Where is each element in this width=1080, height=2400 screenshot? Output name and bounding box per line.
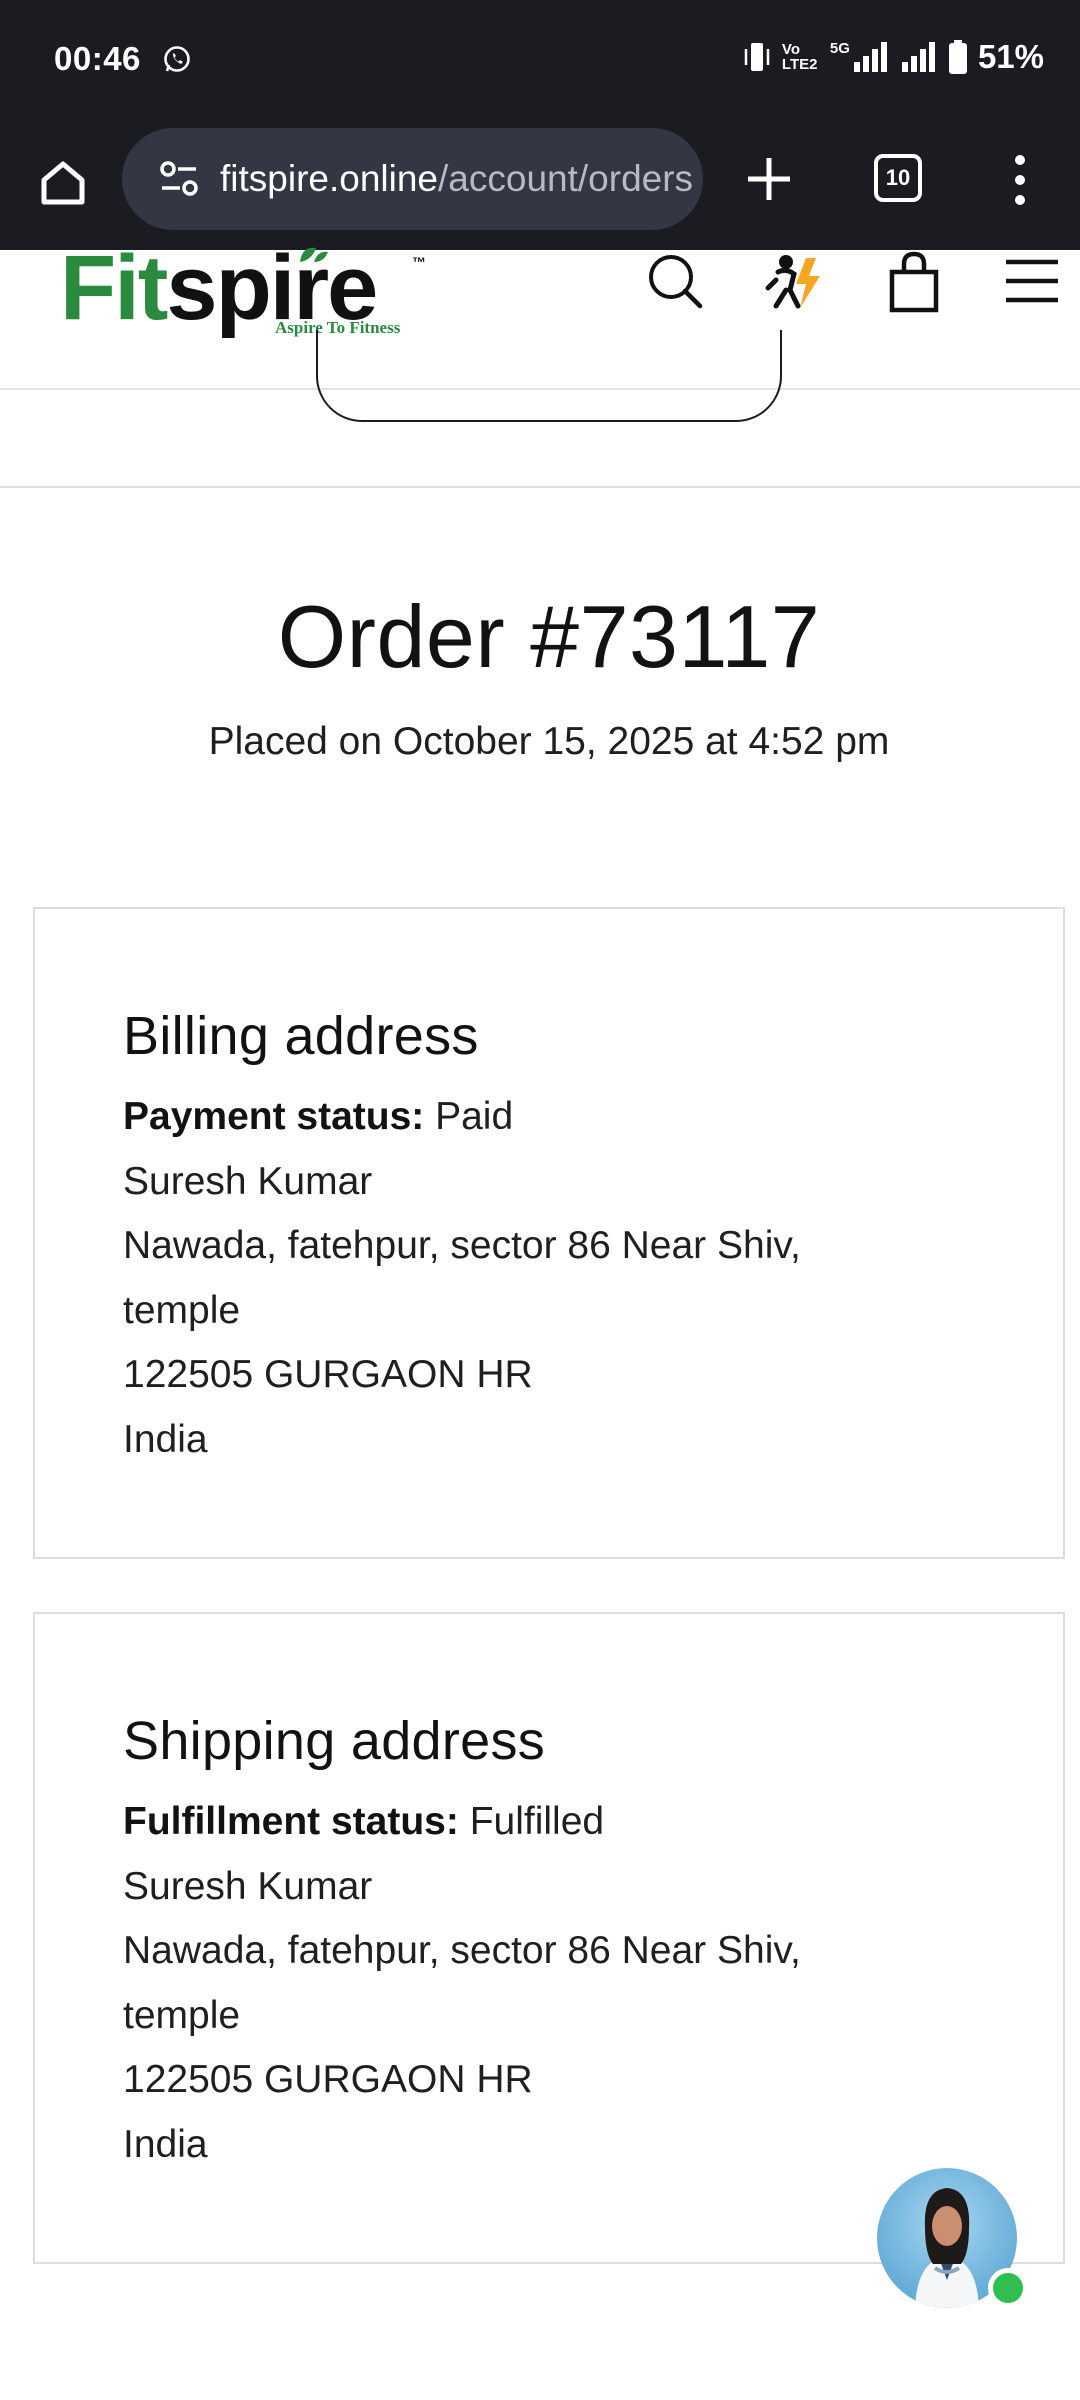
search-icon[interactable] [644,250,708,314]
vibrate-icon [744,43,770,71]
shipping-city-line: 122505 GURGAON HR [123,2058,533,2101]
order-date: Placed on October 15, 2025 at 4:52 pm [208,720,890,763]
logo-trademark: ™ [412,254,426,270]
home-icon [41,161,85,205]
payment-status-value: Paid [435,1095,514,1138]
more-vert-icon[interactable] [1000,150,1040,210]
network-label: Vo LTE2 [781,41,818,73]
shipping-address-line2: temple [123,1993,241,2037]
billing-address-line2: temple [123,1288,241,1332]
shipping-name: Suresh Kumar [123,1864,373,1908]
address-bar[interactable]: fitspire.online/account/orders [122,128,703,230]
battery-percent: 51% [977,38,1044,75]
status-bar: 00:46 Vo LTE2 5G 51% [0,0,1080,124]
plus-icon[interactable] [740,150,798,208]
billing-name: Suresh Kumar [123,1159,373,1203]
billing-city-line: 122505 GURGAON HR [123,1353,533,1396]
signal-icon [853,42,887,72]
logo-fit: Fit [60,237,168,339]
shipping-heading: Shipping address [123,1711,546,1771]
site-settings-icon[interactable] [158,158,200,200]
status-time: 00:46 [54,40,141,77]
url-path: /account/orders [438,158,694,199]
network-type: 5G [829,39,850,57]
shipping-country: India [123,2122,208,2166]
billing-address-line1: Nawada, fatehpur, sector 86 Near Shiv, [123,1224,801,1267]
leaf-icon [300,247,328,262]
fulfillment-status: Fulfillment status: Fulfilled [123,1790,983,1855]
billing-address-card: Billing address Payment status: Paid Sur… [33,907,1065,1559]
divider [0,486,1080,488]
online-status-dot [988,2268,1028,2308]
whatsapp-icon [164,46,190,72]
signal-icon [901,42,935,72]
home-button[interactable] [32,152,94,214]
shipping-address-line1: Nawada, fatehpur, sector 86 Near Shiv, [123,1929,801,1972]
url-text: fitspire.online/account/orders [220,158,693,200]
status-indicators: Vo LTE2 5G 51% [742,38,1044,76]
fulfillment-status-label: Fulfillment status: [123,1800,459,1843]
menu-icon[interactable] [1002,256,1062,306]
order-title: Order #73117 [277,587,821,686]
browser-toolbar: fitspire.online/account/orders 10 [0,124,1080,250]
payment-status: Payment status: Paid [123,1085,983,1150]
shipping-address-card: Shipping address Fulfillment status: Ful… [33,1612,1065,2264]
collapsed-button-edge[interactable] [316,330,782,422]
payment-status-label: Payment status: [123,1095,425,1138]
battery-icon [948,40,967,74]
tabs-button[interactable]: 10 [874,154,922,202]
billing-country: India [123,1417,208,1461]
url-host: fitspire.online [220,158,439,199]
coach-icon[interactable] [762,250,826,314]
bag-icon[interactable] [886,250,942,314]
tab-count: 10 [885,165,911,190]
billing-heading: Billing address [123,1006,479,1066]
fulfillment-status-value: Fulfilled [469,1800,605,1843]
